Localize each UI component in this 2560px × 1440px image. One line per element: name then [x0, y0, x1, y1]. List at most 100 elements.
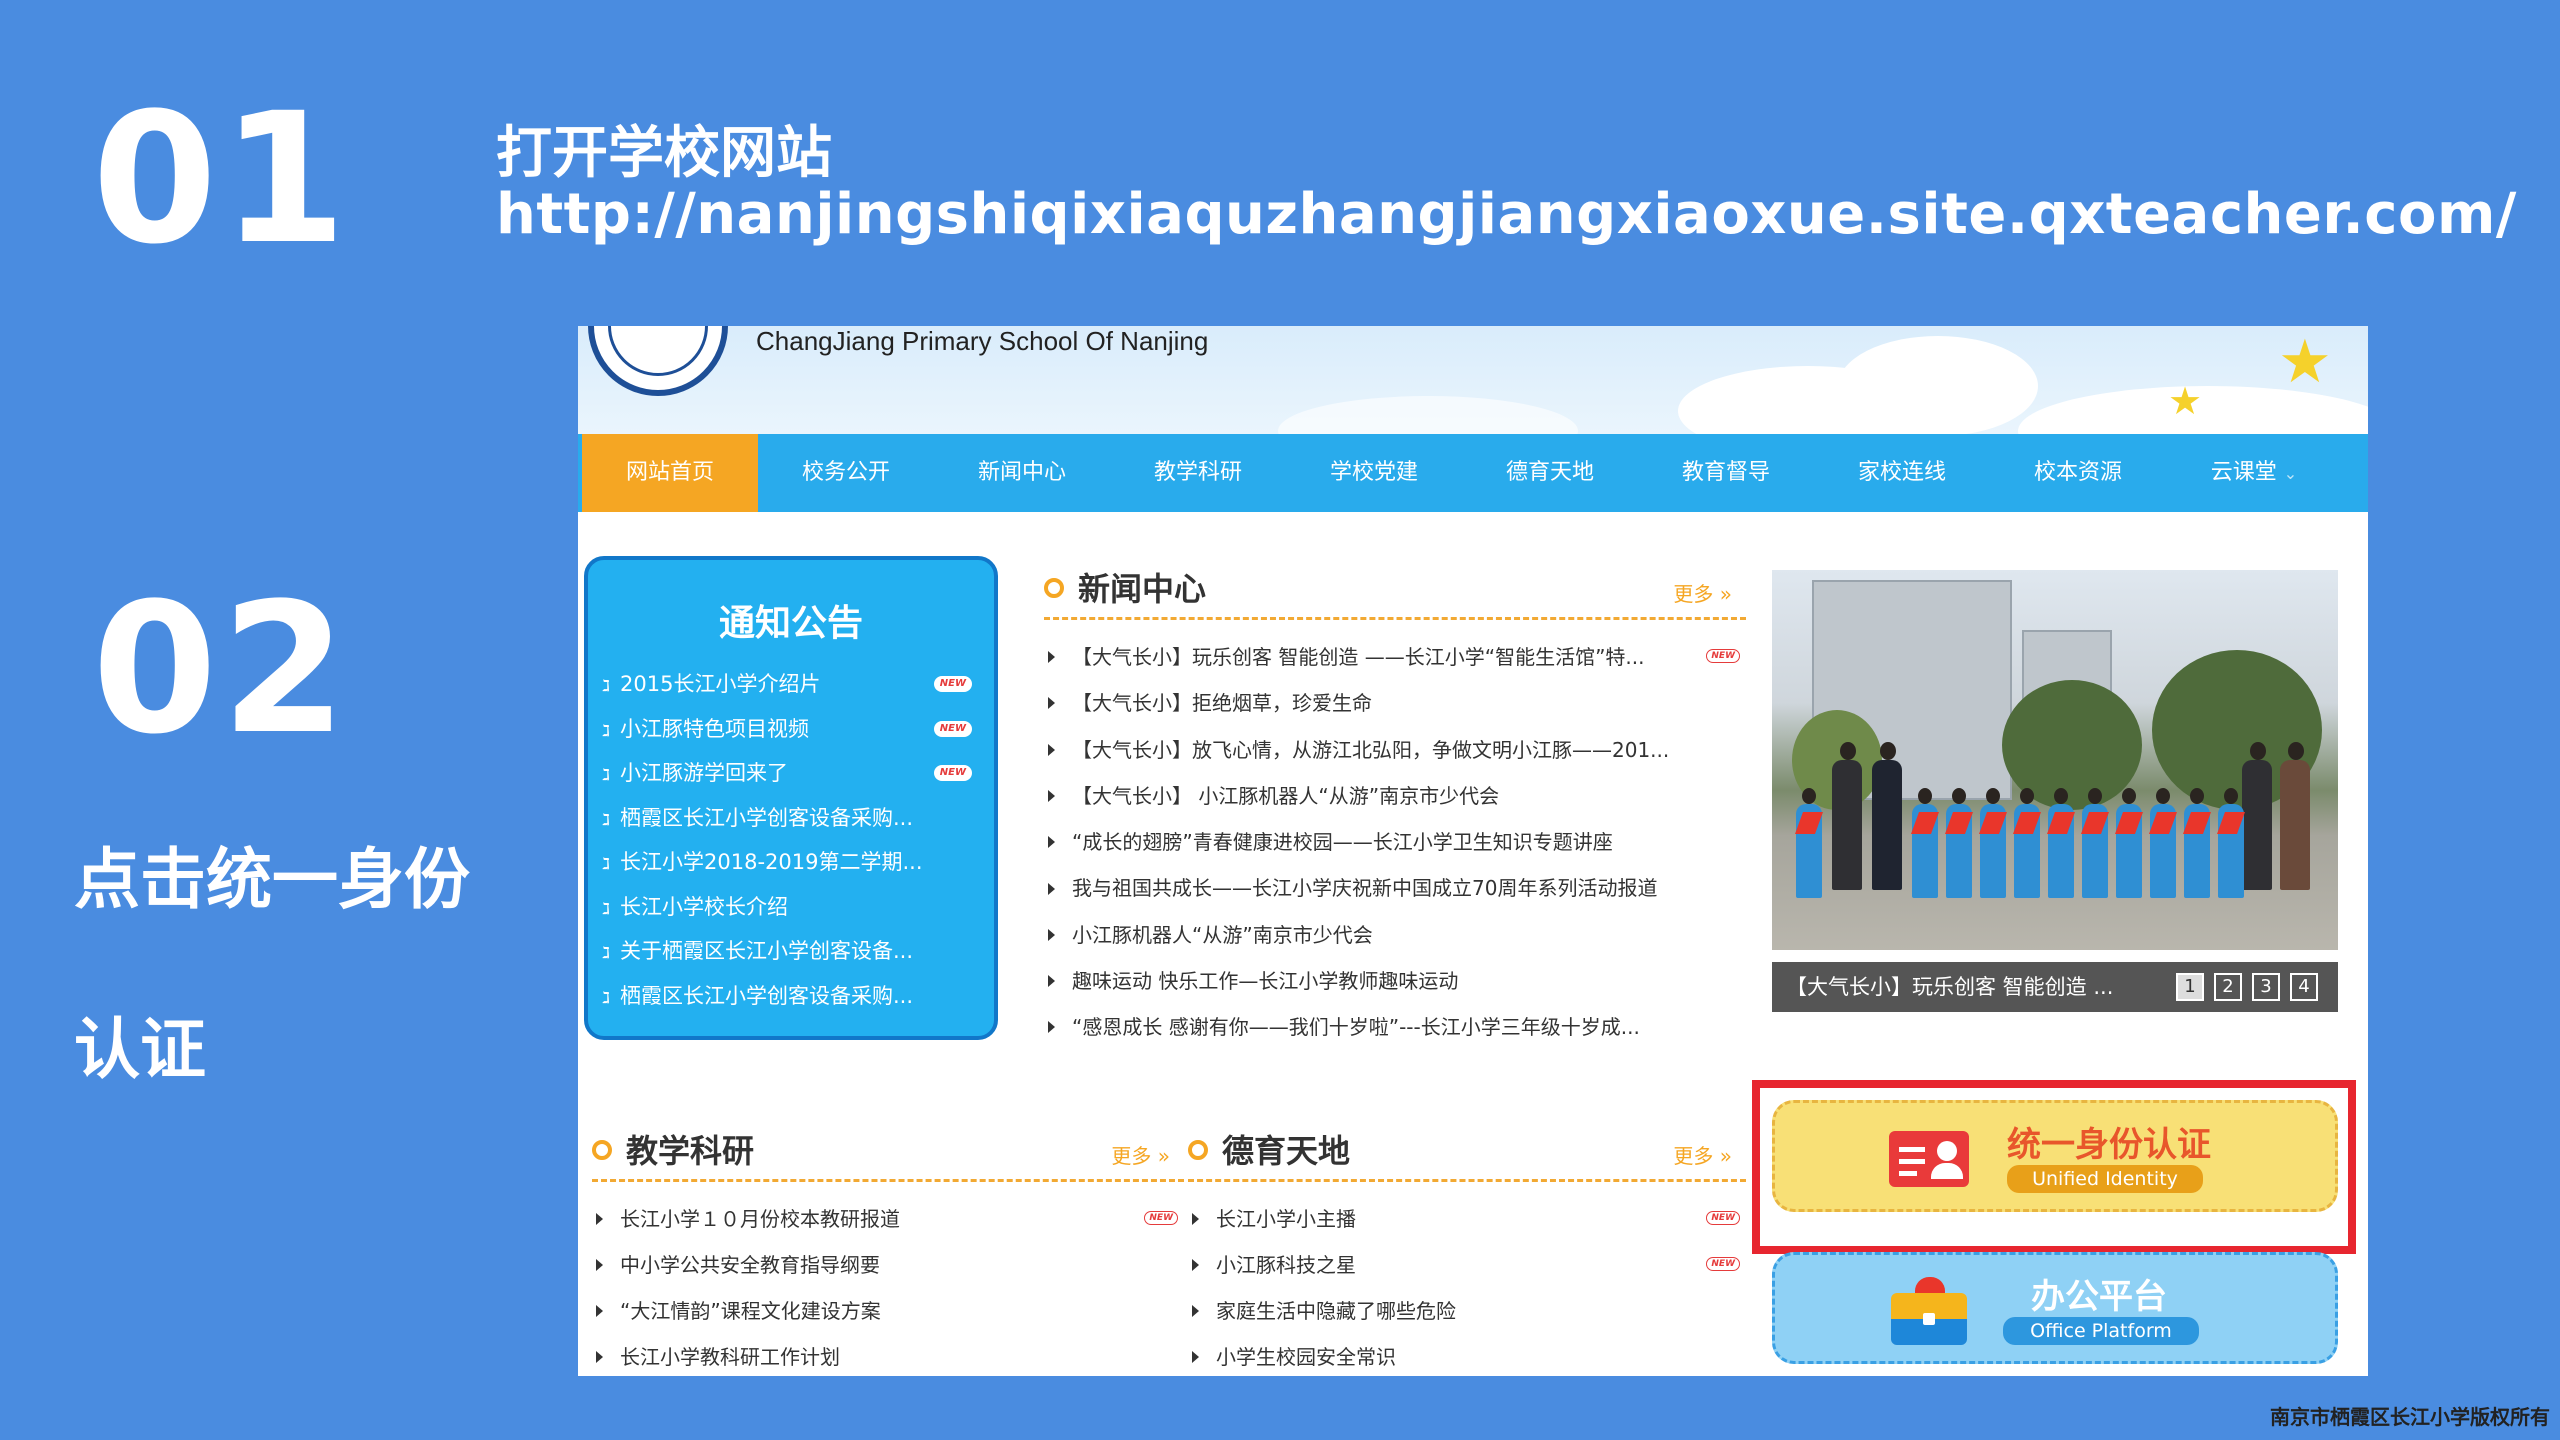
- list-item-label: 小江豚科技之星: [1216, 1253, 1356, 1277]
- slideshow-page-button[interactable]: 2: [2214, 973, 2242, 1001]
- notice-item-label: 小江豚特色项目视频: [620, 716, 809, 741]
- step-1-url: http://nanjingshiqixiaquzhangjiangxiaoxu…: [496, 182, 2517, 247]
- new-badge: NEW: [1706, 1257, 1740, 1271]
- notice-item-label: 长江小学校长介绍: [620, 894, 788, 919]
- nav-teaching-research[interactable]: 教学科研: [1110, 434, 1286, 512]
- step-1-title: 打开学校网站: [496, 121, 832, 186]
- list-item[interactable]: “大江情韵”课程文化建设方案: [592, 1288, 1184, 1334]
- school-logo[interactable]: [588, 326, 728, 396]
- list-item[interactable]: 中小学公共安全教育指导纲要: [592, 1242, 1184, 1288]
- slideshow-pager: 1234: [2176, 973, 2318, 1001]
- list-item-label: 趣味运动 快乐工作—长江小学教师趣味运动: [1072, 968, 1459, 993]
- office-platform-button[interactable]: 办公平台 Office Platform: [1772, 1252, 2338, 1364]
- news-slideshow-photo[interactable]: [1772, 570, 2338, 950]
- slideshow-caption-text: 【大气长小】玩乐创客 智能创造 ...: [1786, 975, 2114, 999]
- step-2-description-line2: 认证: [74, 1011, 206, 1088]
- site-banner: ChangJiang Primary School Of Nanjing ★ ★: [578, 326, 2368, 434]
- list-item-label: 【大气长小】玩乐创客 智能创造 ——长江小学“智能生活馆”特...: [1072, 645, 1645, 669]
- list-item[interactable]: 趣味运动 快乐工作—长江小学教师趣味运动: [1044, 958, 1746, 1004]
- notice-item-label: 2015长江小学介绍片: [620, 672, 821, 696]
- notice-item-label: 长江小学2018-2019第二学期...: [620, 850, 923, 874]
- slideshow-page-button[interactable]: 3: [2252, 973, 2280, 1001]
- new-badge: NEW: [933, 720, 972, 737]
- rss-icon: ℷ: [602, 676, 610, 695]
- list-item-label: 长江小学１０月份校本教研报道: [620, 1207, 900, 1231]
- list-item[interactable]: 【大气长小】拒绝烟草，珍爱生命: [1044, 680, 1746, 726]
- list-item[interactable]: “成长的翅膀”青春健康进校园——长江小学卫生知识专题讲座: [1044, 819, 1746, 865]
- new-badge: NEW: [1706, 1211, 1740, 1225]
- list-item-label: 家庭生活中隐藏了哪些危险: [1216, 1299, 1456, 1323]
- nav-news-center[interactable]: 新闻中心: [934, 434, 1110, 512]
- list-item-label: 【大气长小】放飞心情，从游江北弘阳，争做文明小江豚——201...: [1072, 737, 1670, 762]
- list-item-label: “感恩成长 感谢有你——我们十岁啦”---长江小学三年级十岁成...: [1072, 1015, 1640, 1040]
- notice-item[interactable]: ℷ 栖霞区长江小学创客设备采购...: [588, 796, 994, 841]
- teaching-section-title: 教学科研: [626, 1132, 755, 1170]
- slideshow-page-button[interactable]: 4: [2290, 973, 2318, 1001]
- notice-item[interactable]: ℷ 关于栖霞区长江小学创客设备...: [588, 929, 994, 974]
- main-navigation: 网站首页 校务公开 新闻中心 教学科研 学校党建 德育天地 教育督导 家校连线 …: [578, 434, 2368, 512]
- nav-party-building[interactable]: 学校党建: [1286, 434, 1462, 512]
- notice-item[interactable]: ℷ 2015长江小学介绍片 NEW: [588, 662, 994, 707]
- list-item[interactable]: “感恩成长 感谢有你——我们十岁啦”---长江小学三年级十岁成...: [1044, 1004, 1746, 1050]
- rss-icon: ℷ: [602, 720, 610, 740]
- nav-education-supervision[interactable]: 教育督导: [1638, 434, 1814, 512]
- teaching-more-link[interactable]: 更多 »: [1111, 1140, 1170, 1169]
- notice-item[interactable]: ℷ 小江豚特色项目视频 NEW: [588, 707, 994, 752]
- rss-icon: ℷ: [602, 765, 610, 784]
- list-item[interactable]: 小江豚科技之星 NEW: [1188, 1242, 1746, 1288]
- list-item[interactable]: 我与祖国共成长——长江小学庆祝新中国成立70周年系列活动报道: [1044, 865, 1746, 911]
- slideshow-caption[interactable]: 【大气长小】玩乐创客 智能创造 ... 1234: [1772, 962, 2338, 1012]
- copyright-notice: 南京市栖霞区长江小学版权所有: [2270, 1405, 2550, 1429]
- new-badge: NEW: [933, 765, 972, 781]
- list-item-label: 【大气长小】拒绝烟草，珍爱生命: [1072, 691, 1372, 716]
- nav-cloud-classroom[interactable]: 云课堂 ⌄: [2166, 434, 2342, 512]
- list-item-label: 中小学公共安全教育指导纲要: [620, 1253, 880, 1277]
- nav-moral-education[interactable]: 德育天地: [1462, 434, 1638, 512]
- star-icon: ★: [2278, 327, 2332, 397]
- rss-icon: ℷ: [602, 809, 610, 829]
- notice-item-label: 栖霞区长江小学创客设备采购...: [620, 983, 914, 1008]
- list-item[interactable]: 长江小学教科研工作计划: [592, 1334, 1184, 1376]
- notice-item[interactable]: ℷ 长江小学2018-2019第二学期...: [588, 840, 994, 885]
- briefcase-icon: [1891, 1277, 1967, 1345]
- list-item[interactable]: 家庭生活中隐藏了哪些危险: [1188, 1288, 1746, 1334]
- news-more-link[interactable]: 更多 »: [1673, 578, 1732, 607]
- nav-home[interactable]: 网站首页: [582, 434, 758, 512]
- notice-item[interactable]: ℷ 栖霞区长江小学创客设备采购...: [588, 974, 994, 1019]
- list-item[interactable]: 小学生校园安全常识: [1188, 1334, 1746, 1376]
- slideshow-page-button[interactable]: 1: [2176, 973, 2204, 1001]
- circle-bullet-icon: [592, 1140, 612, 1160]
- news-section-header: 新闻中心 更多 »: [1044, 562, 1746, 620]
- moral-list: 长江小学小主播 NEW 小江豚科技之星 NEW 家庭生活中隐藏了哪些危险小学生校园安全常…: [1188, 1196, 1746, 1376]
- nav-school-affairs[interactable]: 校务公开: [758, 434, 934, 512]
- list-item-label: 长江小学教科研工作计划: [620, 1345, 840, 1369]
- notice-item[interactable]: ℷ 长江小学校长介绍: [588, 885, 994, 930]
- list-item[interactable]: 长江小学小主播 NEW: [1188, 1196, 1746, 1242]
- office-platform-title: 办公平台: [2031, 1277, 2167, 1317]
- list-item[interactable]: 小江豚机器人“从游”南京市少代会: [1044, 912, 1746, 958]
- rss-icon: ℷ: [602, 987, 610, 1007]
- list-item[interactable]: 【大气长小】玩乐创客 智能创造 ——长江小学“智能生活馆”特... NEW: [1044, 634, 1746, 680]
- new-badge: NEW: [933, 676, 972, 692]
- teaching-section-header: 教学科研 更多 »: [592, 1124, 1184, 1182]
- highlight-frame: [1752, 1080, 2356, 1254]
- website-screenshot: ChangJiang Primary School Of Nanjing ★ ★…: [578, 326, 2368, 1376]
- moral-more-link[interactable]: 更多 »: [1673, 1140, 1732, 1169]
- school-name: ChangJiang Primary School Of Nanjing: [756, 326, 1209, 356]
- step-1-number: 01: [92, 75, 351, 284]
- nav-school-resources[interactable]: 校本资源: [1990, 434, 2166, 512]
- list-item-label: 小江豚机器人“从游”南京市少代会: [1072, 922, 1373, 947]
- rss-icon: ℷ: [602, 898, 610, 918]
- star-icon: ★: [2168, 379, 2203, 423]
- circle-bullet-icon: [1044, 578, 1064, 598]
- list-item[interactable]: 长江小学１０月份校本教研报道 NEW: [592, 1196, 1184, 1242]
- list-item[interactable]: 【大气长小】放飞心情，从游江北弘阳，争做文明小江豚——201...: [1044, 727, 1746, 773]
- nav-home-school[interactable]: 家校连线: [1814, 434, 1990, 512]
- new-badge: NEW: [1706, 649, 1740, 664]
- notice-item-label: 小江豚游学回来了: [620, 761, 788, 785]
- list-item-label: “大江情韵”课程文化建设方案: [620, 1299, 881, 1323]
- list-item-label: “成长的翅膀”青春健康进校园——长江小学卫生知识专题讲座: [1072, 830, 1613, 855]
- list-item[interactable]: 【大气长小】 小江豚机器人“从游”南京市少代会: [1044, 773, 1746, 819]
- notice-panel: 通知公告 ℷ 2015长江小学介绍片 NEW ℷ 小江豚特色项目视频 NEW ℷ 小江豚游学回…: [584, 556, 998, 1040]
- notice-item[interactable]: ℷ 小江豚游学回来了 NEW: [588, 751, 994, 796]
